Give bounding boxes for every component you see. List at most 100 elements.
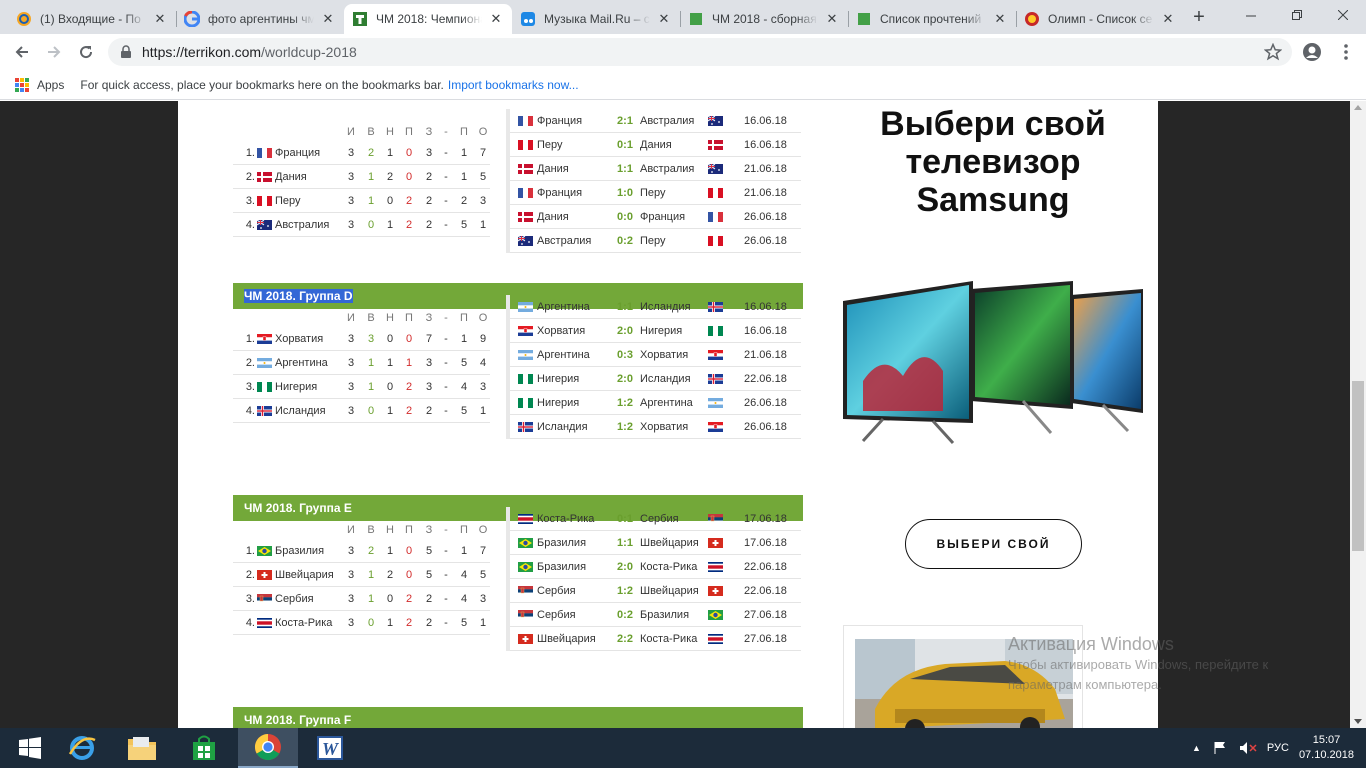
match-row[interactable]: Аргентина 0:3 Хорватия 21.06.18 [510,343,801,367]
volume-muted-icon[interactable] [1239,741,1257,755]
match-score[interactable]: 1:2 [610,415,640,439]
match-score[interactable]: 1:1 [610,531,640,555]
match-score[interactable]: 2:1 [610,109,640,133]
close-tab-icon[interactable]: ✕ [152,11,168,27]
close-tab-icon[interactable]: ✕ [488,11,504,27]
standings-row[interactable]: 4. Австралия 3 0 1 2 2-5 1 [233,213,490,237]
match-date: 16.06.18 [744,325,787,337]
menu-button[interactable] [1332,38,1360,66]
restore-button[interactable] [1274,0,1320,30]
minimize-button[interactable] [1228,0,1274,30]
browser-tab[interactable]: ЧМ 2018 - сборная ✕ [680,4,848,34]
match-row[interactable]: Коста-Рика 0:1 Сербия 17.06.18 [510,507,801,531]
standings-row[interactable]: 1. Франция 3 2 1 0 3-1 7 [233,141,490,165]
standings-row[interactable]: 4. Коста-Рика 3 0 1 2 2-5 1 [233,611,490,635]
match-score[interactable]: 1:0 [610,181,640,205]
close-tab-icon[interactable]: ✕ [824,11,840,27]
match-row[interactable]: Франция 1:0 Перу 21.06.18 [510,181,801,205]
input-language[interactable]: РУС [1267,742,1289,754]
match-score[interactable]: 2:0 [610,319,640,343]
match-score[interactable]: 2:0 [610,367,640,391]
match-score[interactable]: 1:2 [610,391,640,415]
match-row[interactable]: Дания 1:1 Австралия 21.06.18 [510,157,801,181]
close-tab-icon[interactable]: ✕ [1160,11,1176,27]
standings-row[interactable]: 2. Швейцария 3 1 2 0 5-4 5 [233,563,490,587]
match-score[interactable]: 0:3 [610,343,640,367]
address-bar[interactable]: https://terrikon.com/worldcup-2018 [108,38,1292,66]
browser-tab[interactable]: Список прочтений ✕ [848,4,1016,34]
tv-lineup-image[interactable] [843,281,1143,451]
close-tab-icon[interactable]: ✕ [992,11,1008,27]
import-bookmarks-link[interactable]: Import bookmarks now... [448,78,579,92]
bookmark-star-icon[interactable] [1264,43,1282,61]
back-button[interactable] [8,38,36,66]
match-score[interactable]: 2:2 [610,627,640,651]
url-text: https://terrikon.com/worldcup-2018 [142,44,357,60]
apps-grid-icon[interactable] [15,77,29,92]
match-row[interactable]: Бразилия 1:1 Швейцария 17.06.18 [510,531,801,555]
profile-button[interactable] [1298,38,1326,66]
scroll-up-arrow-icon[interactable] [1354,105,1362,110]
close-window-button[interactable] [1320,0,1366,30]
match-score[interactable]: 1:1 [610,157,640,181]
match-row[interactable]: Австралия 0:2 Перу 26.06.18 [510,229,801,253]
close-tab-icon[interactable]: ✕ [656,11,672,27]
vertical-scrollbar[interactable] [1350,101,1366,728]
tab-favicon [1024,11,1040,27]
taskbar-internet-explorer[interactable] [52,728,112,768]
browser-tab[interactable]: Олимп - Список се ✕ [1016,4,1184,34]
match-row[interactable]: Сербия 1:2 Швейцария 22.06.18 [510,579,801,603]
scrollbar-thumb[interactable] [1352,381,1364,551]
goals-separator: - [444,333,448,345]
standings-row[interactable]: 2. Дания 3 1 2 0 2-1 5 [233,165,490,189]
standings-row[interactable]: 1. Бразилия 3 2 1 0 5-1 7 [233,539,490,563]
match-row[interactable]: Нигерия 2:0 Исландия 22.06.18 [510,367,801,391]
standings-row[interactable]: 3. Перу 3 1 0 2 2-2 3 [233,189,490,213]
apps-shortcut[interactable]: Apps [37,78,64,92]
standings-row[interactable]: 1. Хорватия 3 3 0 0 7-1 9 [233,327,490,351]
taskbar-store[interactable] [174,728,234,768]
clock[interactable]: 15:07 07.10.2018 [1299,733,1354,763]
match-row[interactable]: Дания 0:0 Франция 26.06.18 [510,205,801,229]
taskbar-file-explorer[interactable] [112,728,172,768]
browser-tab[interactable]: ЧМ 2018: Чемпионат ✕ [344,4,512,34]
group-header[interactable]: ЧМ 2018. Группа F [233,707,803,728]
browser-tab[interactable]: фото аргентины чм ✕ [176,4,344,34]
taskbar-chrome[interactable] [238,728,298,768]
standings-row[interactable]: 3. Нигерия 3 1 0 2 3-4 3 [233,375,490,399]
show-hidden-icons-icon[interactable]: ▲ [1192,743,1201,753]
flag-switzerland-icon [257,570,272,580]
match-row[interactable]: Исландия 1:2 Хорватия 26.06.18 [510,415,801,439]
new-tab-button[interactable]: + [1188,6,1210,28]
match-row[interactable]: Бразилия 2:0 Коста-Рика 22.06.18 [510,555,801,579]
match-score[interactable]: 0:2 [610,229,640,253]
standings-row[interactable]: 4. Исландия 3 0 1 2 2-5 1 [233,399,490,423]
match-row[interactable]: Аргентина 1:1 Исландия 16.06.18 [510,295,801,319]
wins: 0 [367,617,375,629]
action-center-flag-icon[interactable] [1213,741,1229,755]
match-row[interactable]: Нигерия 1:2 Аргентина 26.06.18 [510,391,801,415]
standings-row[interactable]: 2. Аргентина 3 1 1 1 3-5 4 [233,351,490,375]
taskbar-word[interactable]: W [300,728,360,768]
browser-tab[interactable]: Музыка Mail.Ru – с ✕ [512,4,680,34]
match-row[interactable]: Перу 0:1 Дания 16.06.18 [510,133,801,157]
match-score[interactable]: 1:2 [610,579,640,603]
close-tab-icon[interactable]: ✕ [320,11,336,27]
match-row[interactable]: Франция 2:1 Австралия 16.06.18 [510,109,801,133]
standings-row[interactable]: 3. Сербия 3 1 0 2 2-4 3 [233,587,490,611]
reload-button[interactable] [72,38,100,66]
match-row[interactable]: Швейцария 2:2 Коста-Рика 27.06.18 [510,627,801,651]
match-score[interactable]: 0:0 [610,205,640,229]
ad-cta-button[interactable]: ВЫБЕРИ СВОЙ [905,519,1082,569]
forward-button[interactable] [40,38,68,66]
browser-tab[interactable]: (1) Входящие - По ✕ [8,4,176,34]
match-score[interactable]: 0:1 [610,133,640,157]
match-score[interactable]: 2:0 [610,555,640,579]
scroll-down-arrow-icon[interactable] [1354,719,1362,724]
match-row[interactable]: Сербия 0:2 Бразилия 27.06.18 [510,603,801,627]
match-score[interactable]: 1:1 [610,295,640,319]
start-button[interactable] [0,728,60,768]
match-score[interactable]: 0:2 [610,603,640,627]
match-row[interactable]: Хорватия 2:0 Нигерия 16.06.18 [510,319,801,343]
match-score[interactable]: 0:1 [610,507,640,531]
